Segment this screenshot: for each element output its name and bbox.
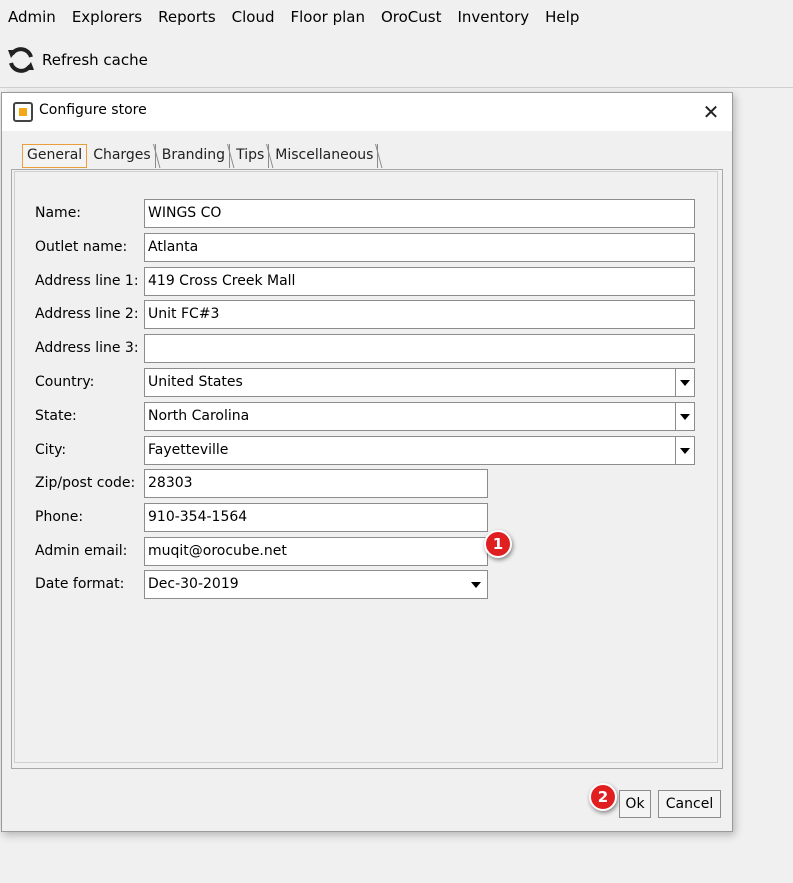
address-line-2-label: Address line 2: (35, 306, 139, 322)
menu-reports[interactable]: Reports (150, 0, 224, 34)
menu-floor-plan[interactable]: Floor plan (283, 0, 373, 34)
name-field[interactable]: WINGS CO (144, 199, 695, 228)
date-format-label: Date format: (35, 576, 125, 592)
refresh-cache-button[interactable]: Refresh cache (6, 42, 148, 78)
phone-field[interactable]: 910-354-1564 (144, 503, 488, 532)
menu-cloud[interactable]: Cloud (224, 0, 283, 34)
tab-miscellaneous[interactable]: Miscellaneous (271, 144, 379, 168)
zip-label: Zip/post code: (35, 475, 136, 491)
refresh-cache-label: Refresh cache (42, 51, 148, 69)
menu-help[interactable]: Help (537, 0, 587, 34)
admin-email-label: Admin email: (35, 543, 128, 559)
chevron-down-icon[interactable] (471, 582, 481, 588)
address-line-2-field[interactable]: Unit FC#3 (144, 300, 695, 329)
ok-button[interactable]: Ok (619, 790, 651, 818)
address-line-1-field[interactable]: 419 Cross Creek Mall (144, 267, 695, 296)
menu-bar: Admin Explorers Reports Cloud Floor plan… (0, 0, 793, 34)
state-value: North Carolina (148, 408, 250, 424)
close-icon[interactable]: ✕ (698, 99, 724, 125)
city-value: Fayetteville (148, 442, 229, 458)
step-badge-1: 1 (484, 530, 512, 558)
chevron-down-icon[interactable] (675, 403, 694, 430)
cancel-button[interactable]: Cancel (658, 790, 721, 818)
state-combo[interactable]: North Carolina (144, 402, 695, 431)
phone-label: Phone: (35, 509, 84, 525)
address-line-3-label: Address line 3: (35, 340, 139, 356)
menu-inventory[interactable]: Inventory (449, 0, 537, 34)
refresh-icon (6, 45, 36, 75)
date-format-value: Dec-30-2019 (148, 576, 239, 592)
zip-field[interactable]: 28303 (144, 469, 488, 498)
date-format-combo[interactable]: Dec-30-2019 (144, 570, 488, 599)
tab-branding[interactable]: Branding (158, 144, 231, 168)
tab-tips[interactable]: Tips (232, 144, 270, 168)
state-label: State: (35, 408, 77, 424)
country-combo[interactable]: United States (144, 368, 695, 397)
app-icon (13, 102, 33, 122)
toolbar: Refresh cache (0, 34, 793, 88)
tab-general[interactable]: General (22, 144, 88, 168)
chevron-down-icon[interactable] (675, 369, 694, 396)
country-label: Country: (35, 374, 95, 390)
address-line-1-label: Address line 1: (35, 273, 139, 289)
menu-orocust[interactable]: OroCust (373, 0, 450, 34)
dialog-title: Configure store (39, 102, 147, 118)
admin-email-field[interactable]: muqit@orocube.net (144, 537, 488, 566)
menu-admin[interactable]: Admin (0, 0, 64, 34)
menu-explorers[interactable]: Explorers (64, 0, 150, 34)
city-combo[interactable]: Fayetteville (144, 436, 695, 465)
city-label: City: (35, 442, 67, 458)
address-line-3-field[interactable] (144, 334, 695, 363)
tab-strip: General Charges Branding Tips Miscellane… (22, 144, 380, 170)
outlet-name-field[interactable]: Atlanta (144, 233, 695, 262)
dialog-titlebar: Configure store ✕ (2, 93, 732, 131)
country-value: United States (148, 374, 243, 390)
tab-charges[interactable]: Charges (89, 144, 156, 168)
name-label: Name: (35, 205, 82, 221)
step-badge-2: 2 (589, 783, 617, 811)
outlet-name-label: Outlet name: (35, 239, 128, 255)
chevron-down-icon[interactable] (675, 437, 694, 464)
